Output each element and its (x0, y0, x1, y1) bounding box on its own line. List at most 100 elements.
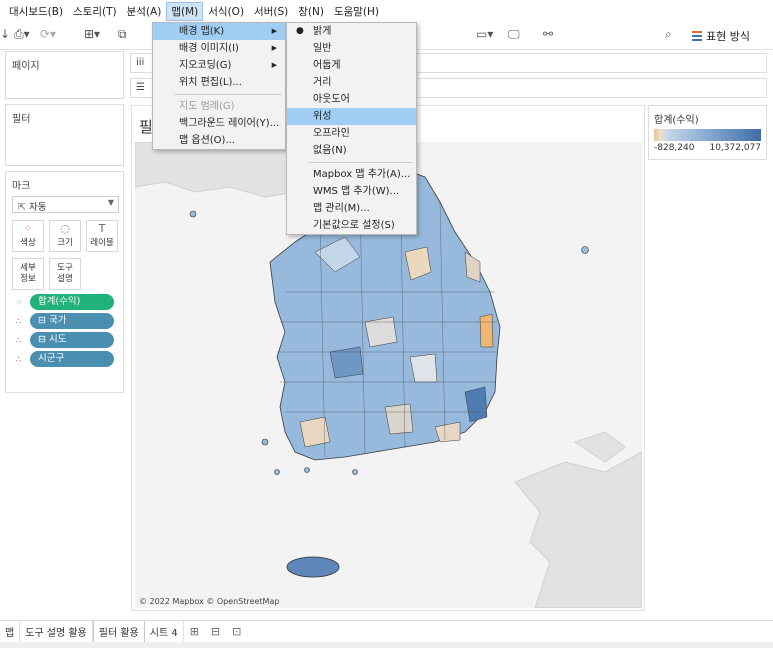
district-shape (479, 313, 494, 348)
pages-panel[interactable]: 페이지 (5, 51, 124, 99)
color-button[interactable]: ⁘ 색상 (12, 220, 44, 252)
binoculars-icon[interactable]: ⌕ (665, 27, 672, 42)
jeju-island-shape (286, 556, 340, 578)
filters-label: 필터 (12, 114, 31, 125)
new-worksheet-icon[interactable]: ⊞▾ (84, 27, 100, 41)
menu-server[interactable]: 서버(S) (249, 2, 293, 21)
submenu-item-add-wms[interactable]: WMS 맵 추가(W)... (287, 183, 416, 200)
tooltip-label-line2: 설명 (57, 274, 73, 284)
duplicate-icon[interactable]: ⧉ (118, 27, 127, 42)
submenu-item-label: 없음(N) (313, 145, 347, 156)
new-story-icon[interactable]: ⊡ (226, 625, 247, 638)
menu-item-background-map[interactable]: 배경 맵(K) ▶ (153, 23, 285, 40)
detail-label-line2: 정보 (20, 274, 36, 284)
submenu-arrow-icon: ▶ (271, 44, 277, 52)
menu-map[interactable]: 맵(M) (166, 1, 204, 21)
redo-icon[interactable]: ⟳▾ (40, 27, 56, 41)
submenu-item-normal[interactable]: 일반 (287, 40, 416, 57)
label-button[interactable]: T 레이블 (86, 220, 118, 252)
province-pill[interactable]: ⊟ 시도 (30, 332, 114, 348)
color-legend[interactable]: 합계(수익) -828,240 10,372,077 (648, 105, 767, 160)
submenu-item-label: 밝게 (313, 26, 332, 37)
pages-label: 페이지 (12, 61, 40, 72)
worksheet-title: 필 (139, 118, 153, 136)
new-worksheet-icon[interactable]: ⊞ (184, 625, 205, 638)
submenu-item-manage-maps[interactable]: 맵 관리(M)... (287, 200, 416, 217)
menu-analysis[interactable]: 분석(A) (122, 2, 167, 21)
submenu-item-streets[interactable]: 거리 (287, 74, 416, 91)
share-icon[interactable]: ⚯ (543, 27, 553, 41)
tooltip-button[interactable]: 도구 설명 (49, 258, 81, 290)
tab-filter-usage[interactable]: 필터 활용 (92, 620, 145, 643)
submenu-item-set-default[interactable]: 기본값으로 설정(S) (287, 217, 416, 234)
map-attribution: © 2022 Mapbox © OpenStreetMap (139, 597, 280, 606)
district-pill[interactable]: 시군구 (30, 351, 114, 367)
color-icon: ⁘ (23, 222, 33, 235)
submenu-item-none[interactable]: 없음(N) (287, 142, 416, 159)
menu-item-background-layers[interactable]: 백그라운드 레이어(Y)... (153, 115, 285, 132)
menu-item-label: 백그라운드 레이어(Y)... (179, 118, 280, 129)
save-icon[interactable]: ⎙▾ (14, 27, 30, 42)
japan-land-shape (514, 451, 642, 608)
tab-tooltip-usage[interactable]: 도구 설명 활용 (20, 621, 93, 642)
mark-pill-row[interactable]: ∴ 시군구 (16, 351, 114, 367)
detail-icon: ∴ (16, 354, 22, 364)
menu-item-label: 배경 맵(K) (179, 26, 225, 37)
marks-label: 마크 (12, 181, 31, 192)
menu-format[interactable]: 서식(O) (203, 2, 249, 21)
menu-dashboard[interactable]: 대시보드(B) (4, 2, 68, 21)
tab-map[interactable]: 맵 (0, 621, 21, 642)
show-me-button[interactable]: 표현 방식 (692, 28, 750, 44)
menu-item-map-options[interactable]: 맵 옵션(O)... (153, 132, 285, 149)
submenu-item-offline[interactable]: 오프라인 (287, 125, 416, 142)
submenu-item-label: 기본값으로 설정(S) (313, 220, 395, 231)
profit-sum-pill[interactable]: 합계(수익) (30, 294, 114, 310)
menu-item-geocoding[interactable]: 지오코딩(G) ▶ (153, 57, 285, 74)
submenu-item-add-mapbox[interactable]: Mapbox 맵 추가(A)... (287, 166, 416, 183)
arrow-icon[interactable]: ↓ (0, 27, 10, 41)
country-pill[interactable]: ⊟ 국가 (30, 313, 114, 329)
detail-button[interactable]: 세부 정보 (12, 258, 44, 290)
legend-max-label: 10,372,077 (709, 143, 761, 153)
island-shape (274, 469, 280, 475)
presentation-icon[interactable]: 🖵 (508, 27, 520, 42)
submenu-item-light[interactable]: ● 밝게 (287, 23, 416, 40)
submenu-arrow-icon: ▶ (271, 27, 277, 35)
submenu-item-label: 아웃도어 (313, 94, 350, 105)
detail-icon: ∴ (16, 335, 22, 345)
status-bar (0, 642, 773, 648)
background-map-submenu: ● 밝게 일반 어둡게 거리 아웃도어 위성 오프라인 없음(N) Mapbox… (286, 22, 417, 235)
filters-panel[interactable]: 필터 (5, 104, 124, 166)
menu-window[interactable]: 창(N) (293, 2, 329, 21)
legend-min-label: -828,240 (654, 143, 695, 153)
legend-gradient (654, 129, 761, 141)
mark-pill-row[interactable]: ∴ ⊟ 국가 (16, 313, 114, 329)
menu-item-background-image[interactable]: 배경 이미지(I) ▶ (153, 40, 285, 57)
menu-item-label: 지오코딩(G) (179, 60, 232, 71)
detail-label-line1: 세부 (20, 263, 36, 273)
size-button[interactable]: ◌ 크기 (49, 220, 81, 252)
island-shape (304, 467, 310, 473)
island-shape (189, 210, 197, 218)
tab-sheet-4[interactable]: 시트 4 (145, 621, 184, 642)
mark-pill-row[interactable]: ⁘ 합계(수익) (16, 294, 114, 310)
district-shape (364, 316, 398, 348)
island-shape (581, 246, 589, 254)
menu-item-edit-locations[interactable]: 위치 편집(L)... (153, 74, 285, 91)
size-icon: ◌ (60, 222, 70, 235)
submenu-item-satellite[interactable]: 위성 (287, 108, 416, 125)
columns-icon: iii (136, 57, 145, 68)
fit-icon[interactable]: ▭▾ (476, 27, 493, 41)
menu-item-map-legend: 지도 범례(G) (153, 98, 285, 115)
menu-story[interactable]: 스토리(T) (68, 2, 122, 21)
mark-pill-row[interactable]: ∴ ⊟ 시도 (16, 332, 114, 348)
map-menu: 배경 맵(K) ▶ 배경 이미지(I) ▶ 지오코딩(G) ▶ 위치 편집(L)… (152, 22, 286, 150)
submenu-item-dark[interactable]: 어둡게 (287, 57, 416, 74)
new-dashboard-icon[interactable]: ⊟ (205, 625, 226, 638)
menu-help[interactable]: 도움말(H) (329, 2, 384, 21)
mark-type-select[interactable]: ⇱ 자동 ▼ (12, 196, 119, 213)
submenu-item-label: 위성 (313, 111, 332, 122)
mark-type-value: 자동 (28, 202, 47, 213)
submenu-item-outdoors[interactable]: 아웃도어 (287, 91, 416, 108)
tooltip-label-line1: 도구 (57, 263, 73, 273)
